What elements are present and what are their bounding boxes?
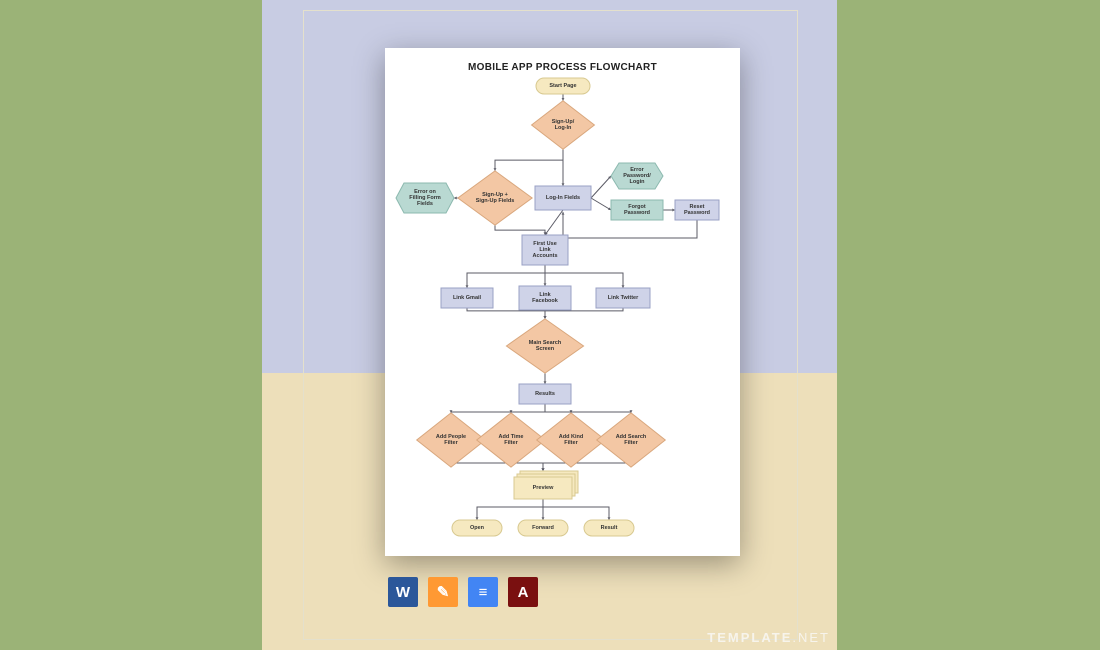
node-ftime: Add TimeFilter	[477, 413, 546, 467]
pages-icon[interactable]: ✎	[428, 577, 458, 607]
word-icon[interactable]: W	[388, 577, 418, 607]
watermark: TEMPLATE.NET	[707, 630, 830, 645]
node-start: Start Page	[536, 78, 590, 94]
watermark-brand: TEMPLATE	[707, 630, 792, 645]
node-firstuse: First UseLinkAccounts	[522, 235, 568, 265]
file-format-icons: W ✎ ≡ A	[388, 577, 538, 607]
gdocs-icon[interactable]: ≡	[468, 577, 498, 607]
svg-text:Log-In Fields: Log-In Fields	[546, 195, 580, 201]
flowchart-svg: Start Page Sign-Up/Log-In Error onFilling …	[385, 48, 740, 556]
svg-text:Link Twitter: Link Twitter	[608, 295, 639, 301]
node-errpw: ErrorPassword/Login	[611, 163, 663, 189]
svg-text:Results: Results	[535, 391, 555, 397]
node-result: Result	[584, 520, 634, 536]
watermark-suffix: .NET	[792, 630, 830, 645]
stage: MOBILE APP PROCESS FLOWCHART Start PageS…	[0, 0, 1100, 650]
node-error: Error onFilling FormFields	[396, 183, 454, 213]
svg-text:Sign-Up/Log-In: Sign-Up/Log-In	[552, 119, 575, 131]
node-forward: Forward	[518, 520, 568, 536]
svg-text:Link Gmail: Link Gmail	[453, 295, 482, 301]
node-forgot: ForgotPassword	[611, 200, 663, 220]
node-gmail: Link Gmail	[441, 288, 493, 308]
node-fkind: Add KindFilter	[537, 413, 606, 467]
pdf-icon[interactable]: A	[508, 577, 538, 607]
svg-text:Preview: Preview	[533, 485, 555, 491]
node-preview: Preview	[514, 471, 578, 499]
node-fsearch: Add SearchFilter	[597, 413, 666, 467]
svg-text:Start Page: Start Page	[549, 83, 576, 89]
node-mainsearch: Main SearchScreen	[506, 319, 583, 373]
node-facebook: LinkFacebook	[519, 286, 571, 310]
svg-text:Open: Open	[470, 525, 485, 531]
node-fpeople: Add PeopleFilter	[417, 413, 486, 467]
node-twitter: Link Twitter	[596, 288, 650, 308]
node-sufields: Sign-Up +Sign-Up Fields	[458, 171, 532, 225]
node-open: Open	[452, 520, 502, 536]
svg-text:Forward: Forward	[532, 525, 554, 531]
svg-text:Result: Result	[601, 525, 618, 531]
node-signlog: Sign-Up/Log-In	[532, 101, 595, 150]
node-login: Log-In Fields	[535, 186, 591, 210]
node-results: Results	[519, 384, 571, 404]
node-reset: ResetPassword	[675, 200, 719, 220]
flowchart-document: MOBILE APP PROCESS FLOWCHART Start PageS…	[385, 48, 740, 556]
